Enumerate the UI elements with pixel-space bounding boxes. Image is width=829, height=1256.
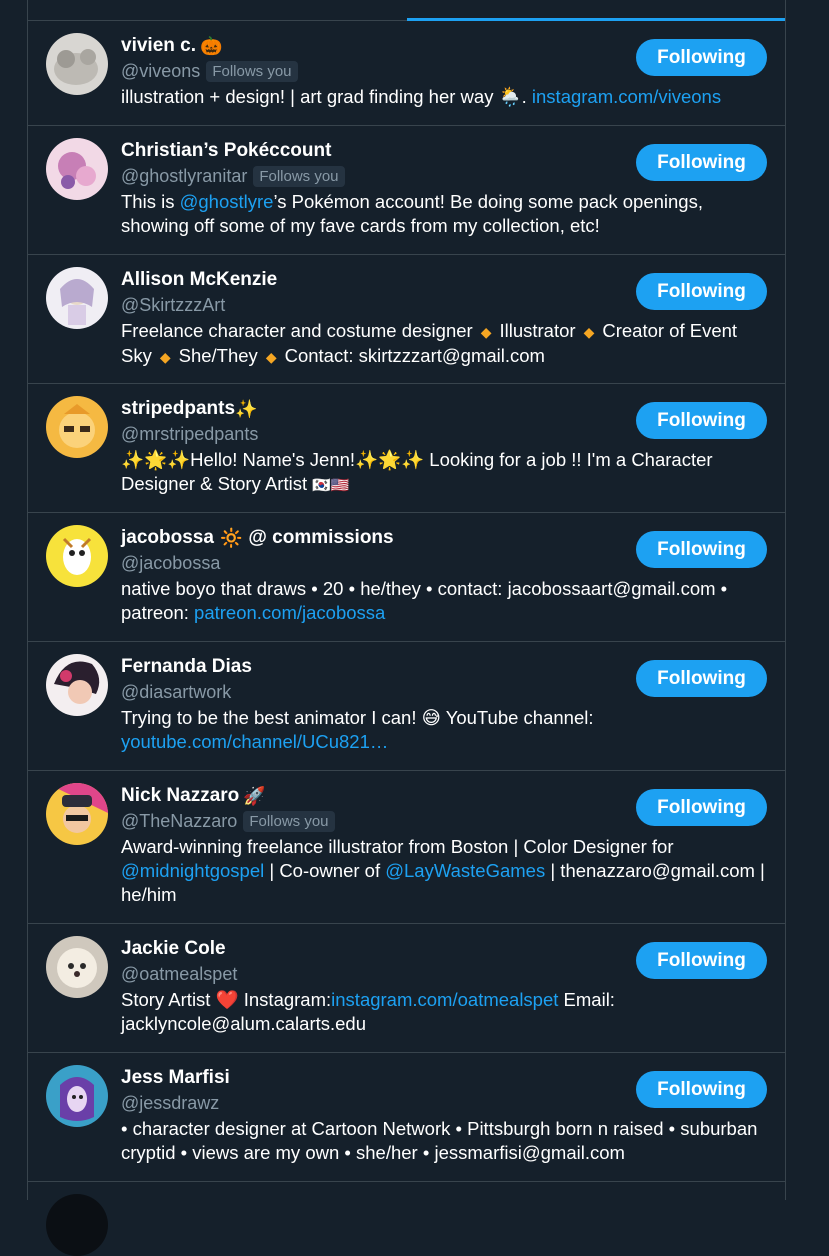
following-button[interactable]: Following	[636, 273, 767, 310]
bio-link[interactable]: youtube.com/channel/UCu821…	[121, 731, 388, 752]
user-handle[interactable]: @ghostlyranitar	[121, 166, 247, 187]
bio-text: Contact: skirtzzzart@gmail.com	[284, 345, 545, 366]
avatar[interactable]	[46, 396, 108, 458]
user-handle[interactable]: @viveons	[121, 61, 200, 82]
display-name[interactable]: Christian’s Pokéccount	[121, 140, 331, 162]
user-bio: • character designer at Cartoon Network …	[121, 1117, 767, 1165]
user-row[interactable]: Fernanda Dias @diasartwork Trying to be …	[28, 642, 785, 771]
bio-mention[interactable]: @ghostlyre	[180, 191, 274, 212]
user-row[interactable]: jacobossa 🔆 @ commissions @jacobossa nat…	[28, 513, 785, 642]
following-button[interactable]: Following	[636, 531, 767, 568]
user-row[interactable]: stripedpants ✨ @mrstripedpants ✨🌟✨Hello!…	[28, 384, 785, 513]
avatar[interactable]	[46, 267, 108, 329]
sparkles-icon: ✨	[235, 398, 258, 419]
bio-text: Illustrator	[499, 320, 576, 341]
following-button[interactable]: Following	[636, 402, 767, 439]
user-row-partial[interactable]	[28, 1182, 785, 1256]
display-name[interactable]: Allison McKenzie	[121, 269, 277, 291]
flag-icons: 🇰🇷🇺🇸	[312, 477, 350, 494]
bio-link[interactable]: instagram.com/oatmealspet	[331, 989, 558, 1010]
name-emoji: 🎃	[200, 35, 223, 56]
bio-text: • character designer at Cartoon Network …	[121, 1118, 758, 1163]
user-bio: ✨🌟✨Hello! Name's Jenn!✨🌟✨ Looking for a …	[121, 448, 767, 498]
bio-mention[interactable]: @LayWasteGames	[385, 860, 545, 881]
user-row[interactable]: vivien c. 🎃 @viveons Follows you illustr…	[28, 21, 785, 126]
bio-mention[interactable]: @midnightgospel	[121, 860, 264, 881]
display-name[interactable]: vivien c.	[121, 35, 196, 57]
display-name[interactable]: stripedpants	[121, 398, 235, 420]
avatar[interactable]	[46, 138, 108, 200]
bio-text: ✨🌟✨Hello! Name's Jenn!✨🌟✨ Looking for a …	[121, 449, 713, 494]
orange-diamond-icon: ◆	[265, 349, 277, 365]
display-name-suffix[interactable]: @ commissions	[248, 527, 393, 549]
user-bio: Award-winning freelance illustrator from…	[121, 835, 767, 907]
orange-diamond-icon: ◆	[480, 324, 492, 340]
avatar[interactable]	[46, 1065, 108, 1127]
user-handle[interactable]: @TheNazzaro	[121, 811, 237, 832]
user-bio: This is @ghostlyre’s Pokémon account! Be…	[121, 190, 767, 238]
bio-link[interactable]: instagram.com/viveons	[532, 86, 721, 107]
bio-text: This is	[121, 191, 180, 212]
display-name[interactable]: Nick Nazzaro	[121, 785, 239, 807]
tab-bar	[28, 0, 785, 21]
avatar[interactable]	[46, 1194, 108, 1256]
following-button[interactable]: Following	[636, 660, 767, 697]
following-button[interactable]: Following	[636, 1071, 767, 1108]
display-name[interactable]: Jackie Cole	[121, 938, 226, 960]
bio-text: Award-winning freelance illustrator from…	[121, 836, 674, 857]
avatar[interactable]	[46, 783, 108, 845]
display-name[interactable]: Jess Marfisi	[121, 1067, 230, 1089]
bio-link[interactable]: patreon.com/jacobossa	[194, 602, 385, 623]
user-bio: Story Artist ❤️ Instagram:instagram.com/…	[121, 988, 767, 1036]
user-handle[interactable]: @jacobossa	[121, 553, 220, 574]
user-handle[interactable]: @SkirtzzzArt	[121, 295, 225, 316]
bio-text: Freelance character and costume designer	[121, 320, 473, 341]
user-bio: illustration + design! | art grad findin…	[121, 85, 767, 109]
follows-you-badge: Follows you	[243, 810, 335, 832]
bio-text: Trying to be the best animator I can! 😅 …	[121, 707, 594, 728]
display-name[interactable]: Fernanda Dias	[121, 656, 252, 678]
avatar[interactable]	[46, 33, 108, 95]
user-handle[interactable]: @oatmealspet	[121, 964, 237, 985]
orange-diamond-icon: ◆	[159, 349, 171, 365]
rocket-icon: 🚀	[243, 785, 266, 806]
user-handle[interactable]: @jessdrawz	[121, 1093, 219, 1114]
following-button[interactable]: Following	[636, 39, 767, 76]
avatar[interactable]	[46, 525, 108, 587]
follows-you-badge: Follows you	[253, 165, 345, 187]
user-bio: native boyo that draws • 20 • he/they • …	[121, 577, 767, 625]
user-handle[interactable]: @mrstripedpants	[121, 424, 258, 445]
avatar[interactable]	[46, 936, 108, 998]
sun-icon: 🔆	[219, 527, 243, 548]
user-row[interactable]: Nick Nazzaro 🚀 @TheNazzaro Follows you A…	[28, 771, 785, 924]
following-button[interactable]: Following	[636, 789, 767, 826]
user-bio: Trying to be the best animator I can! 😅 …	[121, 706, 767, 754]
user-row[interactable]: Jackie Cole @oatmealspet Story Artist ❤️…	[28, 924, 785, 1053]
user-handle[interactable]: @diasartwork	[121, 682, 231, 703]
orange-diamond-icon: ◆	[583, 324, 595, 340]
user-bio: Freelance character and costume designer…	[121, 319, 767, 369]
bio-text: | Co-owner of	[264, 860, 386, 881]
follows-you-badge: Follows you	[206, 60, 298, 82]
user-row[interactable]: Allison McKenzie @SkirtzzzArt Freelance …	[28, 255, 785, 384]
following-list-column: vivien c. 🎃 @viveons Follows you illustr…	[27, 0, 786, 1256]
avatar[interactable]	[46, 654, 108, 716]
bio-text: illustration + design! | art grad findin…	[121, 86, 532, 107]
following-button[interactable]: Following	[636, 144, 767, 181]
bio-text: She/They	[178, 345, 258, 366]
user-row[interactable]: Jess Marfisi @jessdrawz • character desi…	[28, 1053, 785, 1182]
following-button[interactable]: Following	[636, 942, 767, 979]
bio-text: Story Artist ❤️ Instagram:	[121, 989, 332, 1010]
display-name[interactable]: jacobossa	[121, 527, 214, 549]
user-row[interactable]: Christian’s Pokéccount @ghostlyranitar F…	[28, 126, 785, 255]
